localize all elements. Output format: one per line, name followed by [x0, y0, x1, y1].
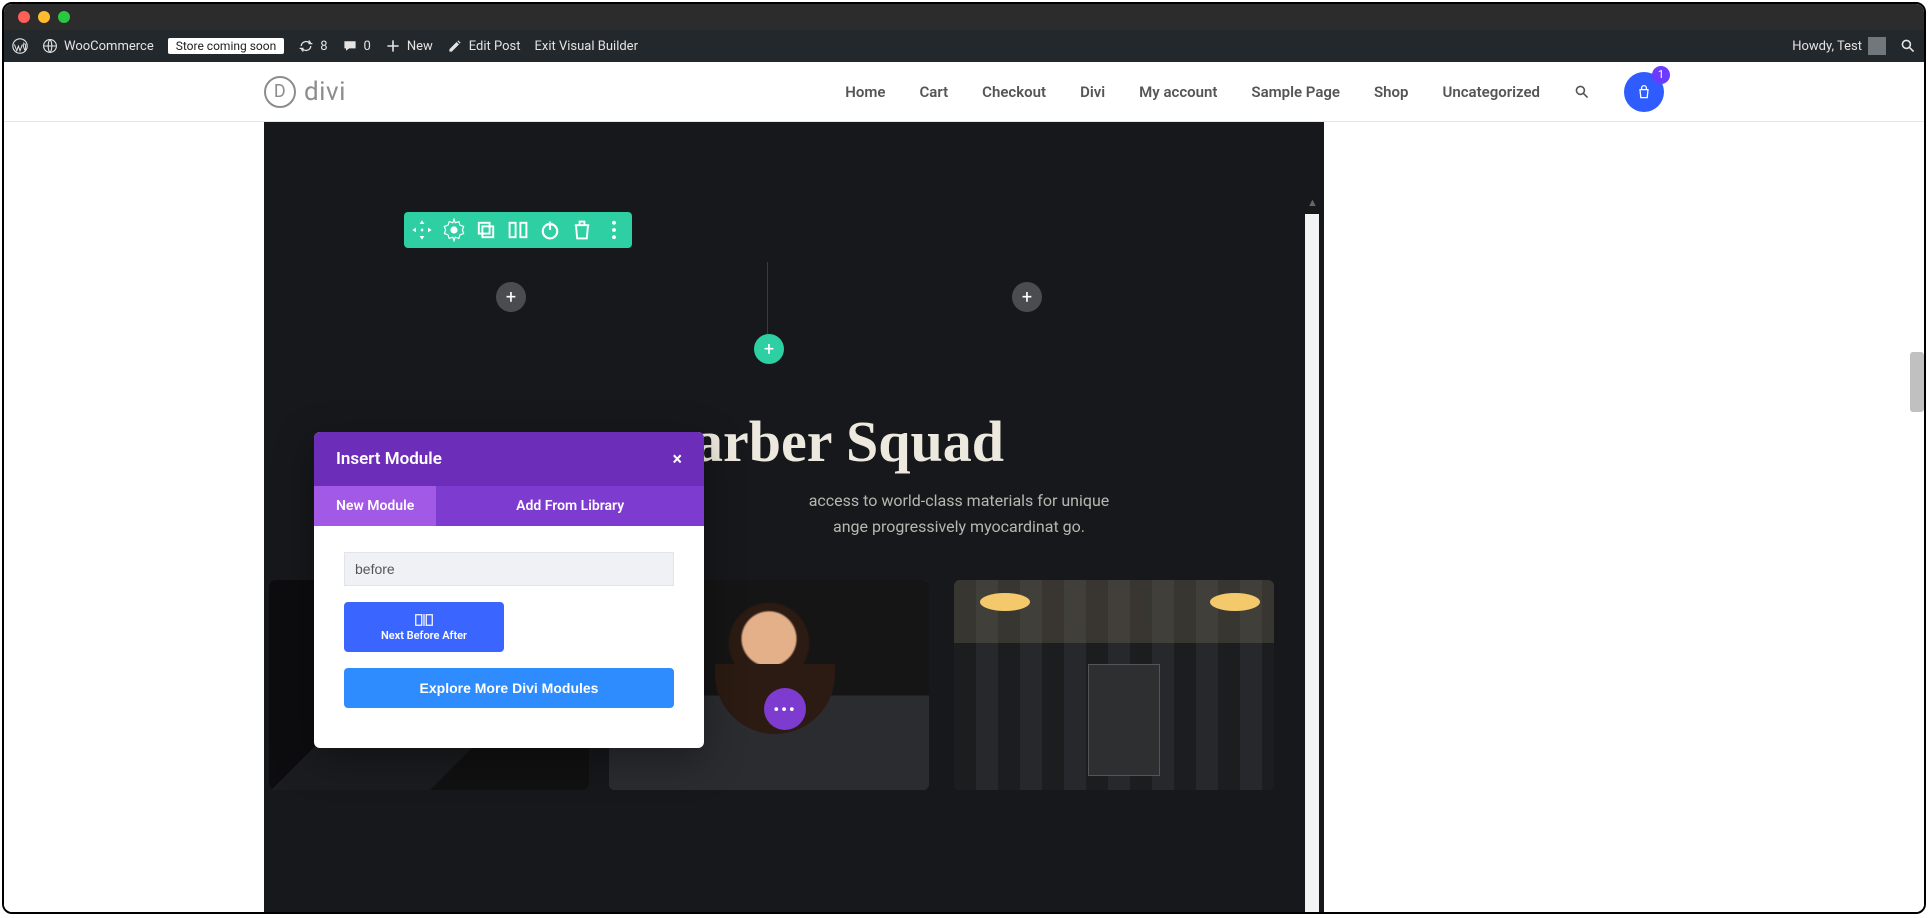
- power-icon: [538, 218, 562, 242]
- trash-icon: [570, 218, 594, 242]
- hero-subtitle-line1: access to world-class materials for uniq…: [809, 491, 1110, 510]
- adminbar-comments[interactable]: 0: [342, 38, 371, 54]
- adminbar-updates[interactable]: 8: [298, 38, 327, 54]
- avatar: [1868, 37, 1886, 55]
- wp-logo[interactable]: [12, 38, 28, 54]
- adminbar-new-label: New: [407, 39, 433, 54]
- scroll-track: [1305, 214, 1319, 914]
- search-icon: [1900, 38, 1916, 54]
- gallery-image-3[interactable]: [954, 580, 1274, 790]
- primary-nav: Home Cart Checkout Divi My account Sampl…: [845, 72, 1924, 112]
- nav-checkout[interactable]: Checkout: [982, 83, 1046, 101]
- cart-button[interactable]: 1: [1624, 72, 1664, 112]
- add-module-col2[interactable]: +: [1012, 282, 1042, 312]
- toolbar-columns[interactable]: [506, 218, 530, 242]
- mac-zoom-dot[interactable]: [58, 11, 70, 23]
- module-tile-next-before-after[interactable]: Next Before After: [344, 602, 504, 652]
- canvas-scrollbar[interactable]: ▲: [1304, 196, 1320, 914]
- toolbar-settings[interactable]: [442, 218, 466, 242]
- toolbar-delete[interactable]: [570, 218, 594, 242]
- logo-mark: D: [264, 76, 296, 108]
- kebab-icon: [602, 218, 626, 242]
- adminbar-site[interactable]: WooCommerce: [42, 38, 154, 54]
- move-icon: [410, 218, 434, 242]
- section-toolbar: [404, 212, 632, 248]
- toolbar-save[interactable]: [538, 218, 562, 242]
- cart-badge: 1: [1652, 66, 1670, 84]
- toolbar-move[interactable]: [410, 218, 434, 242]
- mac-close-dot[interactable]: [18, 11, 30, 23]
- window-scrollbar-thumb[interactable]: [1910, 352, 1924, 412]
- tab-add-from-library[interactable]: Add From Library: [494, 486, 646, 526]
- nav-cart[interactable]: Cart: [920, 83, 949, 101]
- toolbar-duplicate[interactable]: [474, 218, 498, 242]
- nav-divi[interactable]: Divi: [1080, 83, 1105, 101]
- add-row[interactable]: +: [754, 334, 784, 364]
- adminbar-site-name: WooCommerce: [64, 39, 154, 54]
- wordpress-icon: [12, 38, 28, 54]
- howdy-text: Howdy, Test: [1792, 39, 1862, 54]
- store-status-badge[interactable]: Store coming soon: [168, 38, 285, 54]
- builder-fab[interactable]: •••: [764, 688, 806, 730]
- barbershop-image: [954, 580, 1274, 790]
- modal-body: Next Before After Explore More Divi Modu…: [314, 526, 704, 748]
- hero-subtitle-line2: ange progressively myocardinat go.: [833, 517, 1085, 536]
- comments-count: 0: [364, 39, 371, 54]
- updates-count: 8: [320, 39, 327, 54]
- adminbar-search[interactable]: [1900, 38, 1916, 54]
- nav-shop[interactable]: Shop: [1374, 83, 1408, 101]
- site-logo[interactable]: D divi: [264, 76, 346, 108]
- nav-uncategorized[interactable]: Uncategorized: [1442, 83, 1540, 101]
- insert-module-modal: Insert Module × New Module Add From Libr…: [314, 432, 704, 748]
- bag-icon: [1636, 84, 1652, 100]
- columns-icon: [506, 218, 530, 242]
- nav-home[interactable]: Home: [845, 83, 885, 101]
- modal-close[interactable]: ×: [672, 449, 682, 470]
- hero-subtitle[interactable]: access to world-class materials for uniq…: [694, 488, 1224, 539]
- module-tile-label: Next Before After: [381, 629, 467, 642]
- gear-icon: [442, 218, 466, 242]
- modal-tabs: New Module Add From Library: [314, 486, 704, 526]
- mac-minimize-dot[interactable]: [38, 11, 50, 23]
- module-search-input[interactable]: [344, 552, 674, 586]
- toolbar-more[interactable]: [602, 218, 626, 242]
- comment-icon: [342, 38, 358, 54]
- hero-title[interactable]: arber Squad: [694, 408, 1004, 475]
- mac-window-chrome: [4, 4, 1924, 30]
- logo-text: divi: [304, 77, 346, 107]
- tab-new-module[interactable]: New Module: [314, 486, 436, 526]
- explore-more-button[interactable]: Explore More Divi Modules: [344, 668, 674, 708]
- nav-sample-page[interactable]: Sample Page: [1251, 83, 1340, 101]
- globe-icon: [42, 38, 58, 54]
- modal-header[interactable]: Insert Module ×: [314, 432, 704, 486]
- modal-title: Insert Module: [336, 449, 442, 469]
- adminbar-howdy[interactable]: Howdy, Test: [1792, 37, 1886, 55]
- wp-admin-bar: WooCommerce Store coming soon 8 0 New Ed…: [4, 30, 1924, 62]
- update-icon: [298, 38, 314, 54]
- search-icon: [1574, 84, 1590, 100]
- add-module-col1[interactable]: +: [496, 282, 526, 312]
- site-header: D divi Home Cart Checkout Divi My accoun…: [4, 62, 1924, 122]
- nav-my-account[interactable]: My account: [1139, 83, 1217, 101]
- adminbar-exit-vb[interactable]: Exit Visual Builder: [535, 39, 638, 54]
- pencil-icon: [447, 38, 463, 54]
- nav-search[interactable]: [1574, 84, 1590, 100]
- scroll-up-arrow[interactable]: ▲: [1307, 196, 1318, 209]
- duplicate-icon: [474, 218, 498, 242]
- builder-workspace: + + + arber Squad access to world-class …: [4, 122, 1924, 912]
- before-after-icon: [415, 613, 433, 627]
- adminbar-new[interactable]: New: [385, 38, 433, 54]
- adminbar-edit-post[interactable]: Edit Post: [447, 38, 521, 54]
- adminbar-edit-post-label: Edit Post: [469, 39, 521, 54]
- plus-icon: [385, 38, 401, 54]
